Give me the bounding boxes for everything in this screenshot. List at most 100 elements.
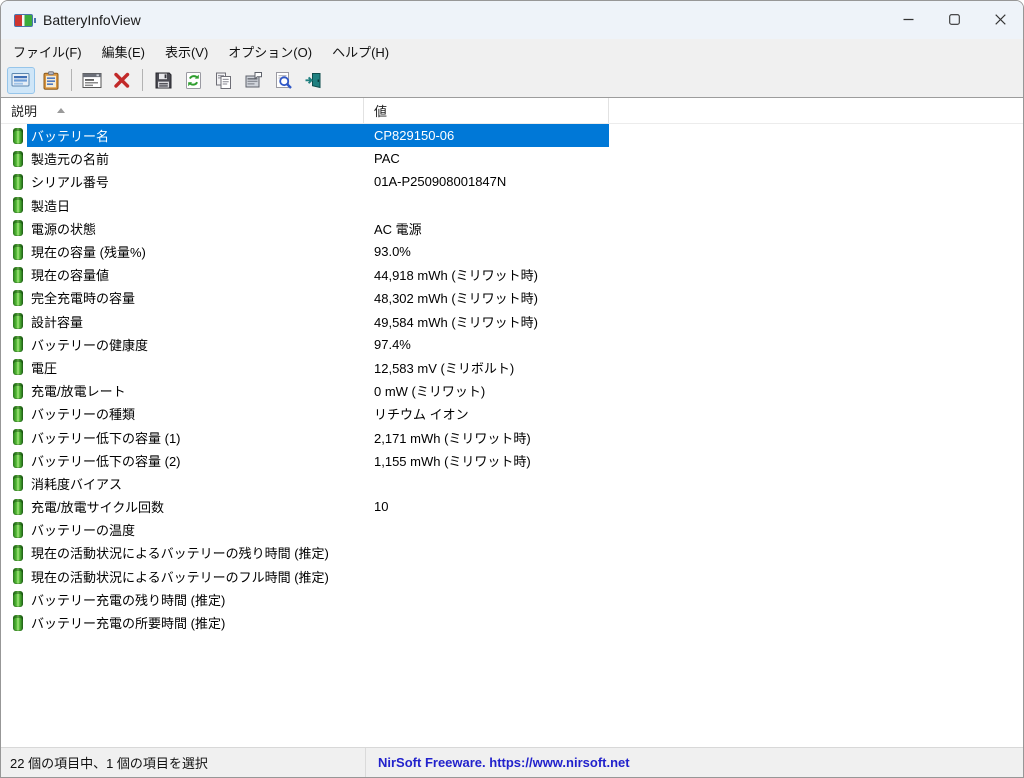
battery-icon <box>13 290 23 306</box>
status-nirsoft-link[interactable]: NirSoft Freeware. https://www.nirsoft.ne… <box>366 748 1023 777</box>
list-item[interactable]: バッテリーの健康度97.4% <box>1 333 1023 356</box>
clipboard-icon <box>42 71 60 90</box>
row-description: バッテリー低下の容量 (2) <box>27 451 364 470</box>
row-icon-cell <box>1 267 27 283</box>
column-header-value[interactable]: 値 <box>364 98 609 123</box>
row-value: 12,583 mV (ミリボルト) <box>364 358 609 377</box>
battery-info-view-button[interactable] <box>7 67 35 94</box>
list-item[interactable]: 現在の活動状況によるバッテリーのフル時間 (推定) <box>1 565 1023 588</box>
list-item[interactable]: 現在の活動状況によるバッテリーの残り時間 (推定) <box>1 541 1023 564</box>
row-icon-cell <box>1 336 27 352</box>
refresh-button[interactable] <box>179 67 207 94</box>
sort-ascending-icon <box>57 108 65 113</box>
row-description: 製造元の名前 <box>27 149 364 168</box>
battery-log-view-button[interactable] <box>37 67 65 94</box>
column-header-description[interactable]: 説明 <box>1 98 364 123</box>
menu-item-file[interactable]: ファイル(F) <box>3 39 92 63</box>
row-value: CP829150-06 <box>364 128 609 143</box>
battery-icon <box>13 615 23 631</box>
battery-icon <box>13 313 23 329</box>
properties-icon <box>244 71 263 89</box>
maximize-button[interactable] <box>931 1 977 39</box>
row-main: バッテリーの健康度97.4% <box>27 333 609 356</box>
row-icon-cell <box>1 615 27 631</box>
properties-button[interactable] <box>239 67 267 94</box>
list-item[interactable]: 電圧12,583 mV (ミリボルト) <box>1 356 1023 379</box>
row-description: バッテリーの温度 <box>27 520 364 539</box>
row-icon-cell <box>1 499 27 515</box>
list-item[interactable]: バッテリーの温度 <box>1 518 1023 541</box>
menu-item-options[interactable]: オプション(O) <box>218 39 322 63</box>
list-item[interactable]: 製造日 <box>1 194 1023 217</box>
list-item[interactable]: 完全充電時の容量48,302 mWh (ミリワット時) <box>1 286 1023 309</box>
list-item[interactable]: バッテリー充電の残り時間 (推定) <box>1 588 1023 611</box>
row-icon-cell <box>1 244 27 260</box>
status-selection-text: 22 個の項目中、1 個の項目を選択 <box>1 748 366 777</box>
row-value: 10 <box>364 499 609 514</box>
refresh-icon <box>184 71 203 90</box>
menu-item-edit[interactable]: 編集(E) <box>92 39 155 63</box>
menu-item-view[interactable]: 表示(V) <box>155 39 218 63</box>
row-icon-cell <box>1 383 27 399</box>
row-description: 現在の容量 (残量%) <box>27 242 364 261</box>
exit-button[interactable] <box>299 67 327 94</box>
battery-icon <box>13 128 23 144</box>
row-value: AC 電源 <box>364 219 609 238</box>
battery-icon <box>13 406 23 422</box>
row-icon-cell <box>1 406 27 422</box>
row-icon-cell <box>1 475 27 491</box>
list-item[interactable]: バッテリーの種類リチウム イオン <box>1 402 1023 425</box>
minimize-button[interactable] <box>885 1 931 39</box>
list-item[interactable]: 充電/放電レート0 mW (ミリワット) <box>1 379 1023 402</box>
find-button[interactable] <box>269 67 297 94</box>
menu-item-help[interactable]: ヘルプ(H) <box>322 39 399 63</box>
row-main: バッテリー充電の所要時間 (推定) <box>27 611 609 634</box>
delete-button[interactable] <box>108 67 136 94</box>
close-button[interactable] <box>977 1 1023 39</box>
row-main: バッテリーの種類リチウム イオン <box>27 402 609 425</box>
row-value: 93.0% <box>364 244 609 259</box>
list-item[interactable]: バッテリー低下の容量 (2)1,155 mWh (ミリワット時) <box>1 449 1023 472</box>
battery-icon <box>13 568 23 584</box>
list-item[interactable]: バッテリー低下の容量 (1)2,171 mWh (ミリワット時) <box>1 425 1023 448</box>
row-main: シリアル番号01A-P250908001847N <box>27 170 609 193</box>
row-icon-cell <box>1 128 27 144</box>
title-bar: BatteryInfoView <box>1 1 1023 39</box>
row-value: 2,171 mWh (ミリワット時) <box>364 428 609 447</box>
list-item[interactable]: 現在の容量 (残量%)93.0% <box>1 240 1023 263</box>
close-icon <box>995 13 1006 28</box>
row-icon-cell <box>1 452 27 468</box>
properties-window-button[interactable] <box>78 67 106 94</box>
list-item[interactable]: バッテリー名CP829150-06 <box>1 124 1023 147</box>
battery-info-icon <box>11 71 31 89</box>
list-item[interactable]: 設計容量49,584 mWh (ミリワット時) <box>1 310 1023 333</box>
row-main: バッテリーの温度 <box>27 518 609 541</box>
list-item[interactable]: 電源の状態AC 電源 <box>1 217 1023 240</box>
battery-icon <box>13 244 23 260</box>
list-item[interactable]: 現在の容量値44,918 mWh (ミリワット時) <box>1 263 1023 286</box>
copy-button[interactable] <box>209 67 237 94</box>
row-description: 充電/放電レート <box>27 381 364 400</box>
battery-icon <box>13 359 23 375</box>
row-icon-cell <box>1 151 27 167</box>
save-button[interactable] <box>149 67 177 94</box>
row-icon-cell <box>1 359 27 375</box>
row-description: 電源の状態 <box>27 219 364 238</box>
properties-window-icon <box>82 72 102 89</box>
list-item[interactable]: シリアル番号01A-P250908001847N <box>1 170 1023 193</box>
list-item[interactable]: 製造元の名前PAC <box>1 147 1023 170</box>
row-main: 現在の活動状況によるバッテリーの残り時間 (推定) <box>27 541 609 564</box>
menu-bar: ファイル(F)編集(E)表示(V)オプション(O)ヘルプ(H) <box>1 39 1023 63</box>
row-main: バッテリー低下の容量 (1)2,171 mWh (ミリワット時) <box>27 425 609 448</box>
list-item[interactable]: バッテリー充電の所要時間 (推定) <box>1 611 1023 634</box>
column-header-description-label: 説明 <box>11 101 37 120</box>
row-main: 完全充電時の容量48,302 mWh (ミリワット時) <box>27 286 609 309</box>
row-main: バッテリー低下の容量 (2)1,155 mWh (ミリワット時) <box>27 449 609 472</box>
maximize-icon <box>949 13 960 28</box>
list-item[interactable]: 消耗度バイアス <box>1 472 1023 495</box>
row-icon-cell <box>1 545 27 561</box>
row-main: 現在の容量値44,918 mWh (ミリワット時) <box>27 263 609 286</box>
row-description: バッテリー名 <box>27 126 364 145</box>
row-main: 製造日 <box>27 194 609 217</box>
list-item[interactable]: 充電/放電サイクル回数10 <box>1 495 1023 518</box>
